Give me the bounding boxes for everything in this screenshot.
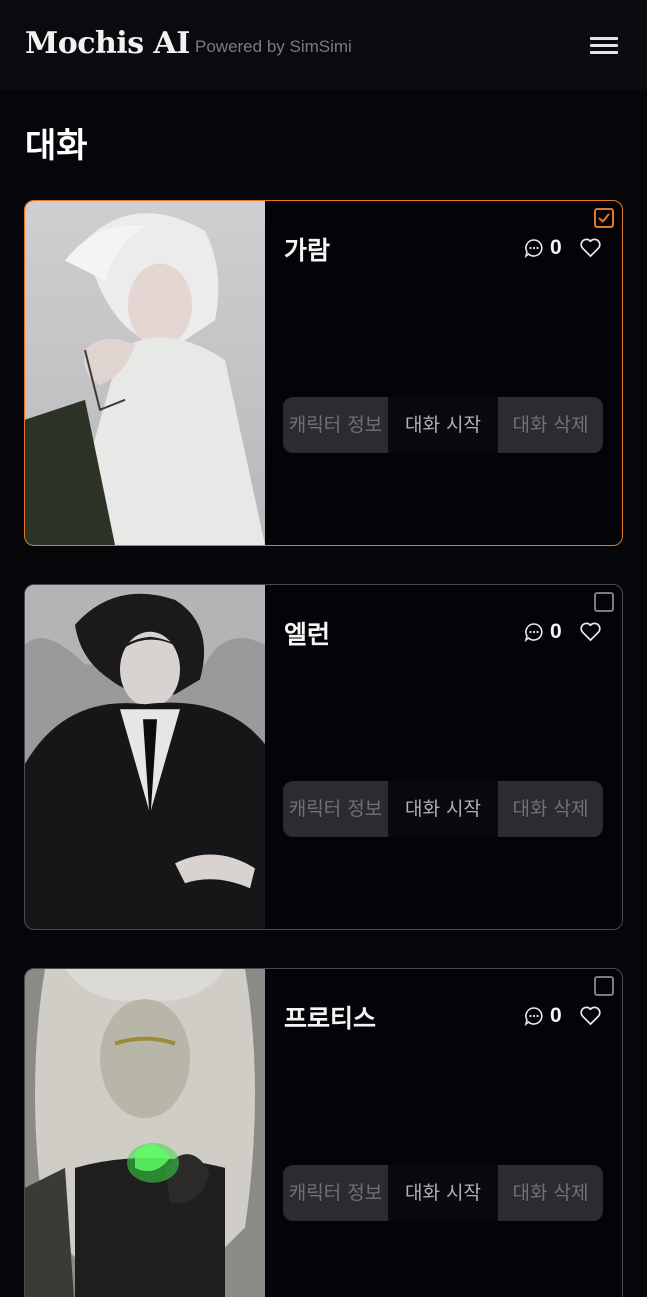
chat-count: 0 (550, 1004, 562, 1027)
card-action-group: 캐릭터 정보 대화 시작 대화 삭제 (283, 1165, 603, 1221)
select-checkbox[interactable] (594, 976, 614, 996)
chat-bubble-icon (524, 239, 543, 258)
delete-chat-button[interactable]: 대화 삭제 (498, 397, 603, 453)
chat-bubble-icon (524, 623, 543, 642)
character-avatar-image (25, 201, 265, 545)
character-avatar-image (25, 585, 265, 929)
character-avatar-image (25, 969, 265, 1297)
heart-icon[interactable] (579, 237, 602, 258)
heart-icon[interactable] (579, 1005, 602, 1026)
character-info-button[interactable]: 캐릭터 정보 (283, 781, 388, 837)
chat-card[interactable]: 가람 0 캐릭터 정보 대화 시작 대화 삭제 (24, 200, 623, 546)
character-name: 엘런 (284, 620, 331, 649)
chat-count: 0 (550, 236, 562, 259)
top-header: Mochis AI Powered by SimSimi (0, 0, 647, 90)
character-name: 가람 (284, 236, 331, 265)
hamburger-menu-button[interactable] (586, 31, 622, 59)
start-chat-button[interactable]: 대화 시작 (388, 397, 498, 453)
card-action-group: 캐릭터 정보 대화 시작 대화 삭제 (283, 397, 603, 453)
powered-by-text: Powered by SimSimi (195, 37, 352, 56)
chat-count: 0 (550, 620, 562, 643)
character-info-button[interactable]: 캐릭터 정보 (283, 1165, 388, 1221)
select-checkbox[interactable] (594, 208, 614, 228)
menu-bar (590, 51, 618, 54)
character-info-button[interactable]: 캐릭터 정보 (283, 397, 388, 453)
card-action-group: 캐릭터 정보 대화 시작 대화 삭제 (283, 781, 603, 837)
start-chat-button[interactable]: 대화 시작 (388, 1165, 498, 1221)
chat-card[interactable]: 프로티스 0 캐릭터 정보 대화 시작 대화 삭제 (24, 968, 623, 1297)
start-chat-button[interactable]: 대화 시작 (388, 781, 498, 837)
menu-bar (590, 44, 618, 47)
app-logo[interactable]: Mochis AI (25, 26, 190, 61)
page-title: 대화 (25, 126, 88, 166)
chat-card[interactable]: 엘런 0 캐릭터 정보 대화 시작 대화 삭제 (24, 584, 623, 930)
select-checkbox[interactable] (594, 592, 614, 612)
delete-chat-button[interactable]: 대화 삭제 (498, 1165, 603, 1221)
chat-bubble-icon (524, 1007, 543, 1026)
heart-icon[interactable] (579, 621, 602, 642)
character-name: 프로티스 (284, 1004, 377, 1033)
menu-bar (590, 37, 618, 40)
checkmark-icon (598, 213, 610, 223)
delete-chat-button[interactable]: 대화 삭제 (498, 781, 603, 837)
